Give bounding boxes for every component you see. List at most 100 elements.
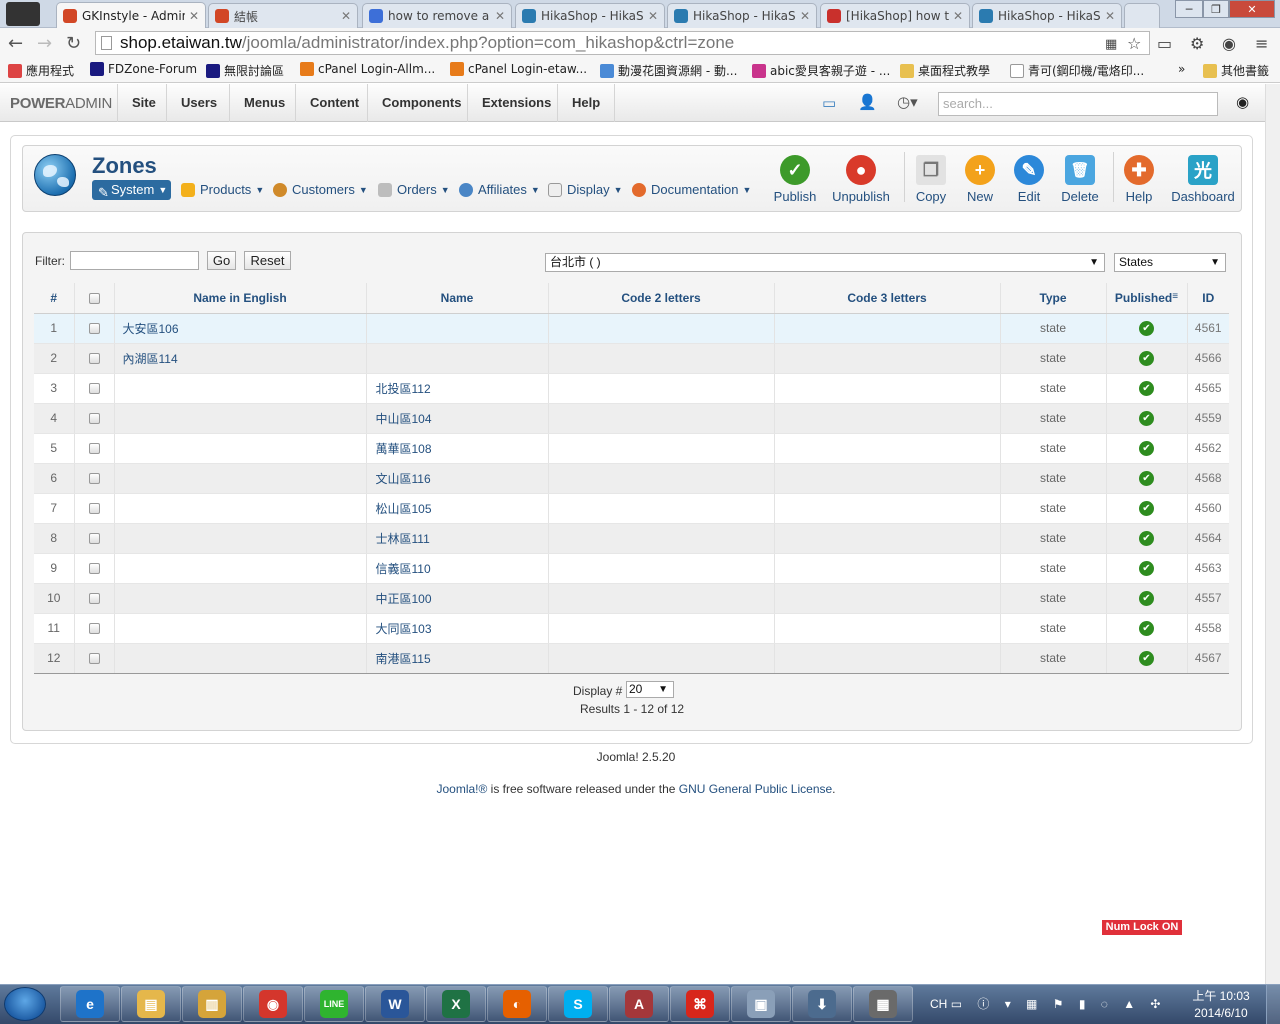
- published-check-icon[interactable]: ✔: [1139, 440, 1154, 456]
- tab-close-icon[interactable]: ✕: [648, 9, 658, 23]
- table-row[interactable]: 8 士林區111 state ✔ 4564: [34, 523, 1229, 554]
- row-checkbox[interactable]: [88, 443, 100, 455]
- zone-name-english-link[interactable]: 大安區106: [123, 322, 179, 336]
- start-button[interactable]: [4, 987, 46, 1021]
- browser-tab[interactable]: GKInstyle - Admin ✕: [56, 2, 206, 28]
- published-check-icon[interactable]: ✔: [1139, 350, 1154, 366]
- row-checkbox[interactable]: [88, 353, 100, 365]
- menu-extensions[interactable]: Extensions: [467, 84, 565, 122]
- admin-search-input[interactable]: search...: [938, 92, 1218, 116]
- row-checkbox[interactable]: [88, 593, 100, 605]
- bookmark-item[interactable]: 應用程式: [8, 62, 74, 79]
- menu-help[interactable]: Help: [557, 84, 616, 122]
- close-window-button[interactable]: ✕: [1229, 0, 1275, 18]
- submenu-products[interactable]: Products ▼: [181, 180, 264, 200]
- bookmark-item[interactable]: cPanel Login-Allm...: [300, 62, 435, 76]
- bookmarks-overflow-icon[interactable]: »: [1178, 62, 1185, 76]
- table-row[interactable]: 4 中山區104 state ✔ 4559: [34, 403, 1229, 434]
- zone-name-link[interactable]: 文山區116: [376, 472, 431, 486]
- published-check-icon[interactable]: ✔: [1139, 320, 1154, 336]
- table-row[interactable]: 3 北投區112 state ✔ 4565: [34, 373, 1229, 404]
- zone-name-link[interactable]: 信義區110: [376, 562, 431, 576]
- taskbar-clock[interactable]: 上午 10:03 2014/6/10: [1186, 988, 1256, 1022]
- submenu-system[interactable]: ✎ System ▼: [92, 180, 172, 200]
- go-button[interactable]: Go: [207, 251, 236, 270]
- taskbar-app-chrome[interactable]: ◉: [243, 986, 303, 1022]
- row-checkbox[interactable]: [88, 503, 100, 515]
- chrome-extension-icon[interactable]: ◉: [1222, 34, 1236, 53]
- user-icon[interactable]: 👤: [858, 93, 877, 111]
- browser-tab[interactable]: HikaShop - HikaS ✕: [972, 3, 1122, 28]
- zone-type-select[interactable]: States ▼: [1114, 253, 1226, 272]
- menu-components[interactable]: Components: [367, 84, 475, 122]
- taskbar-app-skype[interactable]: S: [548, 986, 608, 1022]
- cast-icon[interactable]: ▭: [1157, 34, 1172, 53]
- col-name-english[interactable]: Name in English: [114, 283, 367, 314]
- taskbar-app-remote[interactable]: ▣: [731, 986, 791, 1022]
- browser-tab[interactable]: 結帳 ✕: [208, 3, 358, 28]
- zone-name-link[interactable]: 北投區112: [376, 382, 431, 396]
- maximize-button[interactable]: ❐: [1203, 0, 1229, 18]
- clock-dropdown-icon[interactable]: ◷▾: [897, 93, 918, 111]
- zone-name-link[interactable]: 中山區104: [376, 412, 432, 426]
- zone-name-link[interactable]: 士林區111: [376, 532, 430, 546]
- taskbar-app-line[interactable]: LINE: [304, 986, 364, 1022]
- back-icon[interactable]: ←: [8, 33, 23, 54]
- taskbar-app-library[interactable]: ▥: [182, 986, 242, 1022]
- published-check-icon[interactable]: ✔: [1139, 530, 1154, 546]
- table-row[interactable]: 12 南港區115 state ✔ 4567: [34, 643, 1229, 674]
- published-check-icon[interactable]: ✔: [1139, 620, 1154, 636]
- row-checkbox[interactable]: [88, 383, 100, 395]
- tab-close-icon[interactable]: ✕: [189, 9, 199, 23]
- table-row[interactable]: 2 內湖區114 state ✔ 4566: [34, 343, 1229, 374]
- table-row[interactable]: 6 文山區116 state ✔ 4568: [34, 463, 1229, 494]
- row-checkbox[interactable]: [88, 473, 100, 485]
- zone-name-link[interactable]: 萬華區108: [376, 442, 432, 456]
- taskbar-app-word[interactable]: W: [365, 986, 425, 1022]
- published-check-icon[interactable]: ✔: [1139, 590, 1154, 606]
- col-published[interactable]: Published≡: [1106, 283, 1188, 314]
- row-checkbox[interactable]: [88, 413, 100, 425]
- bookmark-item[interactable]: 動漫花園資源網 - 動...: [600, 62, 737, 79]
- table-row[interactable]: 9 信義區110 state ✔ 4563: [34, 553, 1229, 584]
- taskbar-app-ie[interactable]: e: [60, 986, 120, 1022]
- reload-icon[interactable]: ↻: [66, 33, 81, 54]
- forward-icon[interactable]: →: [37, 33, 52, 54]
- row-checkbox[interactable]: [88, 533, 100, 545]
- browser-tab[interactable]: HikaShop - HikaS ✕: [515, 3, 665, 28]
- delete-button[interactable]: 🗑 Delete: [1050, 153, 1110, 204]
- menu-users[interactable]: Users: [166, 84, 231, 122]
- table-row[interactable]: 7 松山區105 state ✔ 4560: [34, 493, 1229, 524]
- published-check-icon[interactable]: ✔: [1139, 470, 1154, 486]
- submenu-documentation[interactable]: Documentation ▼: [632, 180, 751, 200]
- table-row[interactable]: 11 大同區103 state ✔ 4558: [34, 613, 1229, 644]
- published-check-icon[interactable]: ✔: [1139, 560, 1154, 576]
- monitor-icon[interactable]: ▭: [822, 94, 836, 112]
- extension-icon[interactable]: ⚙: [1190, 34, 1204, 53]
- published-check-icon[interactable]: ✔: [1139, 500, 1154, 516]
- address-bar[interactable]: shop.etaiwan.tw/joomla/administrator/ind…: [95, 31, 1150, 55]
- row-checkbox[interactable]: [88, 323, 100, 335]
- zone-parent-select[interactable]: 台北市 ( ) ▼: [545, 253, 1105, 272]
- translate-icon[interactable]: ▦: [1105, 37, 1117, 52]
- zone-name-link[interactable]: 中正區100: [376, 592, 432, 606]
- bookmark-item[interactable]: cPanel Login-etaw...: [450, 62, 587, 76]
- col-code3[interactable]: Code 3 letters: [774, 283, 1001, 314]
- row-checkbox[interactable]: [88, 563, 100, 575]
- col-code2[interactable]: Code 2 letters: [548, 283, 775, 314]
- col-id[interactable]: ID: [1187, 283, 1229, 314]
- browser-tab[interactable]: [HikaShop] how t ✕: [820, 3, 970, 28]
- taskbar-app-acrobat[interactable]: ⌘: [670, 986, 730, 1022]
- taskbar-app-access[interactable]: A: [609, 986, 669, 1022]
- tray-icons[interactable]: ▭ ⓘ ▾ ▦ ⚑ ▮ ◌ ▲ ✣: [951, 997, 1167, 1011]
- minimize-button[interactable]: ─: [1175, 0, 1203, 18]
- show-desktop-button[interactable]: [1266, 985, 1280, 1024]
- published-check-icon[interactable]: ✔: [1139, 380, 1154, 396]
- submenu-affiliates[interactable]: Affiliates ▼: [459, 180, 540, 200]
- browser-tab[interactable]: how to remove a ✕: [362, 3, 512, 28]
- gpl-link[interactable]: GNU General Public License: [679, 782, 832, 796]
- row-checkbox[interactable]: [88, 623, 100, 635]
- published-check-icon[interactable]: ✔: [1139, 650, 1154, 666]
- col-name[interactable]: Name: [366, 283, 549, 314]
- taskbar-app-filmstrip[interactable]: ▦: [853, 986, 913, 1022]
